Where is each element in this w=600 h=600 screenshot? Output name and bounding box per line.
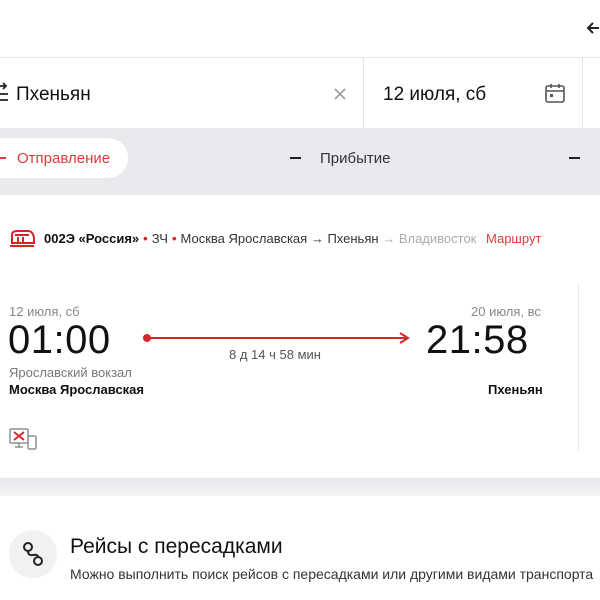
departure-date: 12 июля, сб — [9, 304, 80, 319]
card-divider — [578, 283, 579, 451]
train-icon — [10, 230, 35, 247]
route-transfer-icon — [23, 542, 43, 566]
route-to: Пхеньян — [327, 231, 379, 246]
route-via: Владивосток — [398, 231, 477, 246]
promo-text: Можно выполнить поиск рейсов с пересадка… — [70, 566, 594, 582]
departure-terminal: Ярославский вокзал — [9, 365, 132, 380]
arrival-time: 21:58 — [426, 318, 529, 362]
route-link[interactable]: Маршрут — [480, 231, 541, 246]
route-from: Москва Ярославская — [180, 231, 308, 246]
card-separator — [0, 478, 600, 496]
arrow-right-icon — [399, 332, 410, 344]
arrow-icon: → — [310, 231, 328, 246]
top-bar — [0, 0, 600, 58]
arrival-date: 20 июля, вс — [471, 304, 541, 319]
sort-arrival-button[interactable]: Прибытие — [320, 150, 390, 167]
departure-time: 01:00 — [8, 318, 111, 362]
swap-icon[interactable] — [0, 82, 10, 104]
separator-dot: • — [171, 231, 177, 246]
sort-departure-label[interactable]: Отправление — [17, 150, 110, 167]
date-input[interactable]: 12 июля, сб — [383, 84, 486, 106]
close-icon[interactable] — [332, 86, 348, 102]
journey-line — [150, 337, 408, 339]
separator-dot: • — [143, 231, 148, 246]
train-info-line: 002Э «Россия» • ЗЧ • Москва Ярославская → Пх… — [44, 231, 541, 246]
sort-indicator-icon[interactable] — [290, 157, 301, 159]
train-number: 002Э «Россия» — [44, 231, 140, 246]
sort-indicator-icon — [0, 157, 6, 159]
journey-duration: 8 д 14 ч 58 мин — [229, 347, 321, 362]
arrow-icon: → — [382, 231, 399, 246]
promo-title: Рейсы с пересадками — [70, 535, 283, 558]
calendar-icon[interactable] — [544, 82, 566, 104]
back-arrow-icon[interactable] — [586, 18, 600, 38]
no-online-purchase-icon — [9, 428, 37, 450]
sort-indicator-icon[interactable] — [569, 157, 580, 159]
search-divider — [582, 58, 583, 128]
arrival-station: Пхеньян — [488, 382, 543, 397]
car-type: ЗЧ — [151, 231, 168, 246]
destination-input[interactable]: Пхеньян — [16, 84, 91, 106]
route-transfer-icon-wrap — [9, 530, 57, 578]
search-divider — [363, 58, 364, 128]
departure-station: Москва Ярославская — [9, 382, 144, 397]
